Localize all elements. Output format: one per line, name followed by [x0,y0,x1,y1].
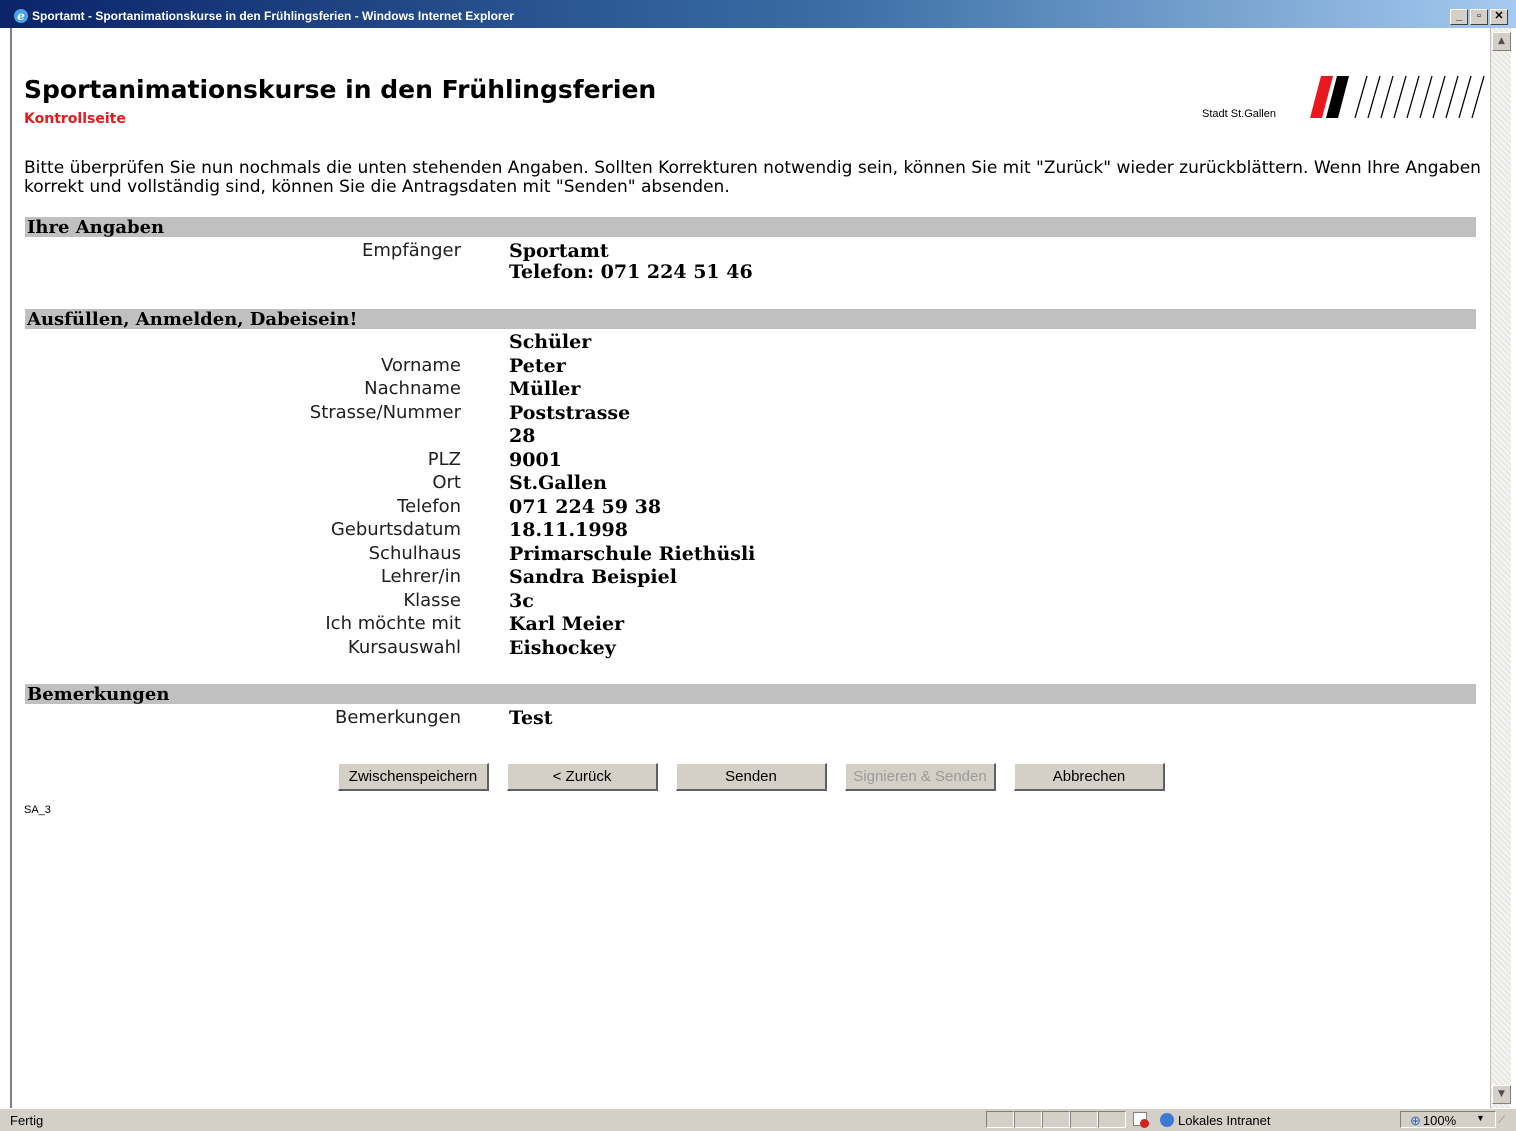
status-bar: Fertig Lokales Intranet ⊕ 100% ▼ ⟋ [0,1108,1516,1131]
zoom-magnifier-icon: ⊕ [1410,1113,1421,1128]
field-value: 28 [509,425,536,447]
scroll-up-icon[interactable]: ▲ [1492,32,1511,51]
back-button[interactable]: < Zurück [507,763,658,791]
status-pane [1042,1111,1070,1128]
security-zone[interactable]: Lokales Intranet [1160,1113,1271,1128]
field-label: Schulhaus [368,543,461,564]
field-value: Poststrasse [509,402,631,424]
field-label: Telefon [397,496,461,517]
field-value: Primarschule Riethüsli [509,543,756,565]
section-header-ihre-angaben: Ihre Angaben [25,217,1476,238]
resize-grip-icon[interactable]: ⟋ [1498,1115,1505,1126]
section-header-bemerkungen: Bemerkungen [25,684,1476,705]
sign-and-send-button[interactable]: Signieren & Senden [845,763,996,791]
intro-text: Bitte überprüfen Sie nun nochmals die un… [24,158,1481,197]
city-logo: Stadt St.Gallen [1200,72,1490,124]
page-title: Sportanimationskurse in den Frühlingsfer… [24,75,657,104]
status-pane [1014,1111,1042,1128]
action-buttons: Zwischenspeichern < Zurück Senden Signie… [338,763,1165,791]
zone-label: Lokales Intranet [1178,1113,1271,1128]
blocked-content-icon[interactable] [1133,1112,1149,1128]
field-label: Ort [432,472,461,493]
field-label: Kursauswahl [347,637,461,658]
field-value: 3c [509,590,534,612]
field-value: St.Gallen [509,472,607,494]
internet-explorer-icon: e [14,9,28,23]
field-value: Schüler [509,331,592,353]
send-button[interactable]: Senden [676,763,827,791]
field-label: Klasse [403,590,461,611]
field-value: Eishockey [509,637,616,659]
zoom-level: 100% [1422,1113,1457,1128]
field-label: Lehrer/in [380,566,461,587]
section-header-ausfuellen: Ausfüllen, Anmelden, Dabeisein! [25,309,1476,330]
window-controls: _ ▫ ✕ [1450,9,1508,25]
globe-icon [1160,1113,1174,1127]
field-label: Ich möchte mit [325,613,461,634]
vertical-scrollbar[interactable]: ▲ ▼ [1490,28,1511,1108]
maximize-button[interactable]: ▫ [1470,9,1488,25]
field-label: Geburtsdatum [330,519,461,540]
field-label: Nachname [364,378,461,399]
page-content: Sportanimationskurse in den Frühlingsfer… [12,28,1490,1108]
field-label: Vorname [380,355,461,376]
close-button[interactable]: ✕ [1490,9,1508,25]
field-label: Empfänger [361,240,461,261]
zoom-control[interactable]: ⊕ 100% [1410,1113,1456,1129]
field-value: Sandra Beispiel [509,566,677,588]
page-code: SA_3 [24,804,51,816]
zoom-dropdown-icon[interactable]: ▼ [1476,1113,1485,1123]
cancel-button[interactable]: Abbrechen [1014,763,1165,791]
field-value: 18.11.1998 [509,519,628,541]
field-value: Telefon: 071 224 51 46 [509,261,753,283]
status-pane [1070,1111,1098,1128]
field-label: Strasse/Nummer [309,402,461,423]
field-value: Sportamt [509,240,609,262]
field-label: Bemerkungen [334,707,461,728]
logo-stripes-icon [1310,75,1485,119]
field-value: Peter [509,355,566,377]
status-pane [1098,1111,1126,1128]
field-label: PLZ [427,449,461,470]
field-value: Müller [509,378,581,400]
field-value: 071 224 59 38 [509,496,662,518]
scroll-down-icon[interactable]: ▼ [1492,1085,1511,1104]
field-value: 9001 [509,449,562,471]
save-draft-button[interactable]: Zwischenspeichern [338,763,489,791]
field-value: Karl Meier [509,613,625,635]
minimize-button[interactable]: _ [1450,9,1468,25]
page-subtitle: Kontrollseite [24,111,126,127]
window-title: Sportamt - Sportanimationskurse in den F… [32,9,514,23]
window-titlebar: e Sportamt - Sportanimationskurse in den… [0,0,1516,28]
field-value: Test [509,707,553,729]
status-text: Fertig [10,1113,44,1128]
status-pane [986,1111,1014,1128]
